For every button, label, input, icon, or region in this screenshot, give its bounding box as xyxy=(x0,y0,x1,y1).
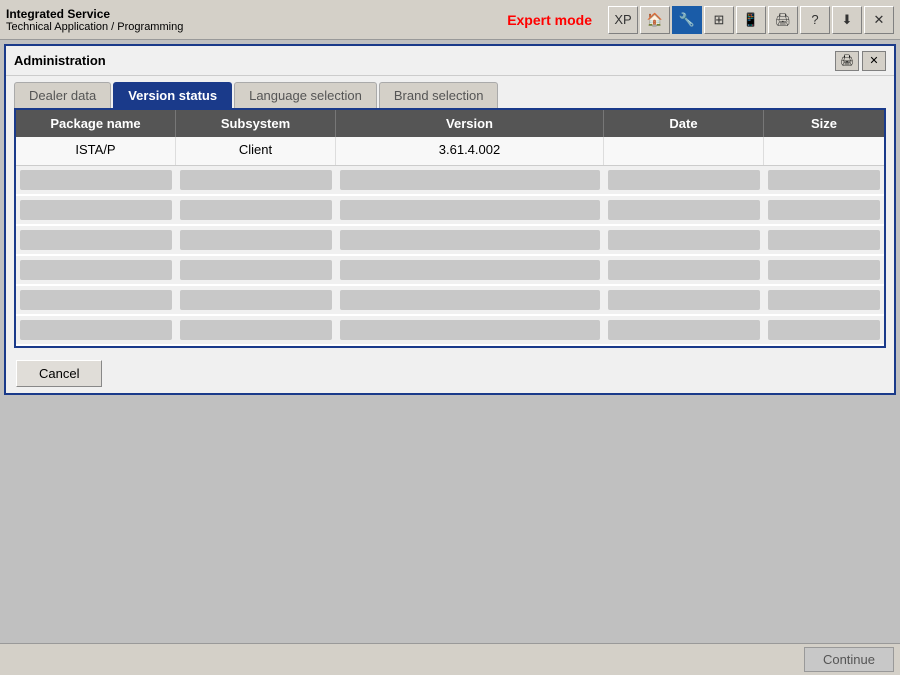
cell-subsystem: Client xyxy=(176,137,336,165)
col-date: Date xyxy=(604,110,764,137)
toolbar-close-btn[interactable]: ✕ xyxy=(864,6,894,34)
cell-package-name: ISTA/P xyxy=(16,137,176,165)
title-bar: Integrated Service Technical Application… xyxy=(0,0,900,40)
table-header: Package name Subsystem Version Date Size xyxy=(16,110,884,137)
empty-cell xyxy=(608,260,760,280)
empty-cell xyxy=(340,260,600,280)
cell-size xyxy=(764,137,884,165)
empty-cell xyxy=(768,170,880,190)
toolbar-icons: XP 🏠 🔧 ⊞ 📱 🖨 ? ⬇ ✕ xyxy=(608,6,894,34)
empty-row-5 xyxy=(16,286,884,316)
main-window: Administration 🖨 ✕ Dealer data Version s… xyxy=(4,44,896,395)
col-package-name: Package name xyxy=(16,110,176,137)
empty-cell xyxy=(180,290,332,310)
col-size: Size xyxy=(764,110,884,137)
col-subsystem: Subsystem xyxy=(176,110,336,137)
toolbar-grid-btn[interactable]: ⊞ xyxy=(704,6,734,34)
toolbar-mobile-btn[interactable]: 📱 xyxy=(736,6,766,34)
empty-row-6 xyxy=(16,316,884,346)
empty-cell xyxy=(20,230,172,250)
expert-mode-label: Expert mode xyxy=(507,12,592,28)
table-row: ISTA/P Client 3.61.4.002 xyxy=(16,137,884,166)
version-table: Package name Subsystem Version Date Size… xyxy=(14,108,886,348)
cancel-button[interactable]: Cancel xyxy=(16,360,102,387)
empty-cell xyxy=(20,170,172,190)
empty-cell xyxy=(340,320,600,340)
window-title: Administration xyxy=(14,53,106,68)
toolbar-wrench-btn[interactable]: 🔧 xyxy=(672,6,702,34)
toolbar-help-btn[interactable]: ? xyxy=(800,6,830,34)
empty-cell xyxy=(20,200,172,220)
empty-row-2 xyxy=(16,196,884,226)
bottom-area: Cancel xyxy=(6,354,894,393)
toolbar-home-btn[interactable]: 🏠 xyxy=(640,6,670,34)
empty-cell xyxy=(768,320,880,340)
empty-cell xyxy=(20,260,172,280)
empty-cell xyxy=(180,200,332,220)
window-close-btn[interactable]: ✕ xyxy=(862,51,886,71)
empty-row-1 xyxy=(16,166,884,196)
empty-cell xyxy=(608,320,760,340)
tab-brand-selection[interactable]: Brand selection xyxy=(379,82,499,108)
app-title-line1: Integrated Service xyxy=(6,7,491,21)
empty-cell xyxy=(180,320,332,340)
empty-cell xyxy=(340,290,600,310)
tab-language-selection[interactable]: Language selection xyxy=(234,82,377,108)
toolbar-download-btn[interactable]: ⬇ xyxy=(832,6,862,34)
empty-cell xyxy=(180,260,332,280)
empty-row-4 xyxy=(16,256,884,286)
toolbar-xp-btn[interactable]: XP xyxy=(608,6,638,34)
cell-date xyxy=(604,137,764,165)
empty-cell xyxy=(768,230,880,250)
col-version: Version xyxy=(336,110,604,137)
empty-cell xyxy=(340,200,600,220)
toolbar-print-btn[interactable]: 🖨 xyxy=(768,6,798,34)
tab-version-status[interactable]: Version status xyxy=(113,82,232,108)
empty-cell xyxy=(20,320,172,340)
empty-cell xyxy=(180,170,332,190)
window-controls: 🖨 ✕ xyxy=(835,51,886,71)
window-titlebar: Administration 🖨 ✕ xyxy=(6,46,894,76)
empty-cell xyxy=(180,230,332,250)
empty-cell xyxy=(608,170,760,190)
empty-cell xyxy=(768,290,880,310)
app-title-line2: Technical Application / Programming xyxy=(6,21,491,33)
empty-cell xyxy=(608,200,760,220)
app-title: Integrated Service Technical Application… xyxy=(6,7,491,33)
empty-cell xyxy=(340,230,600,250)
empty-cell xyxy=(768,200,880,220)
tab-dealer-data[interactable]: Dealer data xyxy=(14,82,111,108)
empty-cell xyxy=(608,290,760,310)
empty-row-3 xyxy=(16,226,884,256)
footer-bar: Continue xyxy=(0,643,900,675)
empty-cell xyxy=(768,260,880,280)
continue-button[interactable]: Continue xyxy=(804,647,894,672)
window-print-btn[interactable]: 🖨 xyxy=(835,51,859,71)
empty-cell xyxy=(20,290,172,310)
tabs-container: Dealer data Version status Language sele… xyxy=(6,76,894,108)
empty-cell xyxy=(608,230,760,250)
empty-cell xyxy=(340,170,600,190)
cell-version: 3.61.4.002 xyxy=(336,137,604,165)
